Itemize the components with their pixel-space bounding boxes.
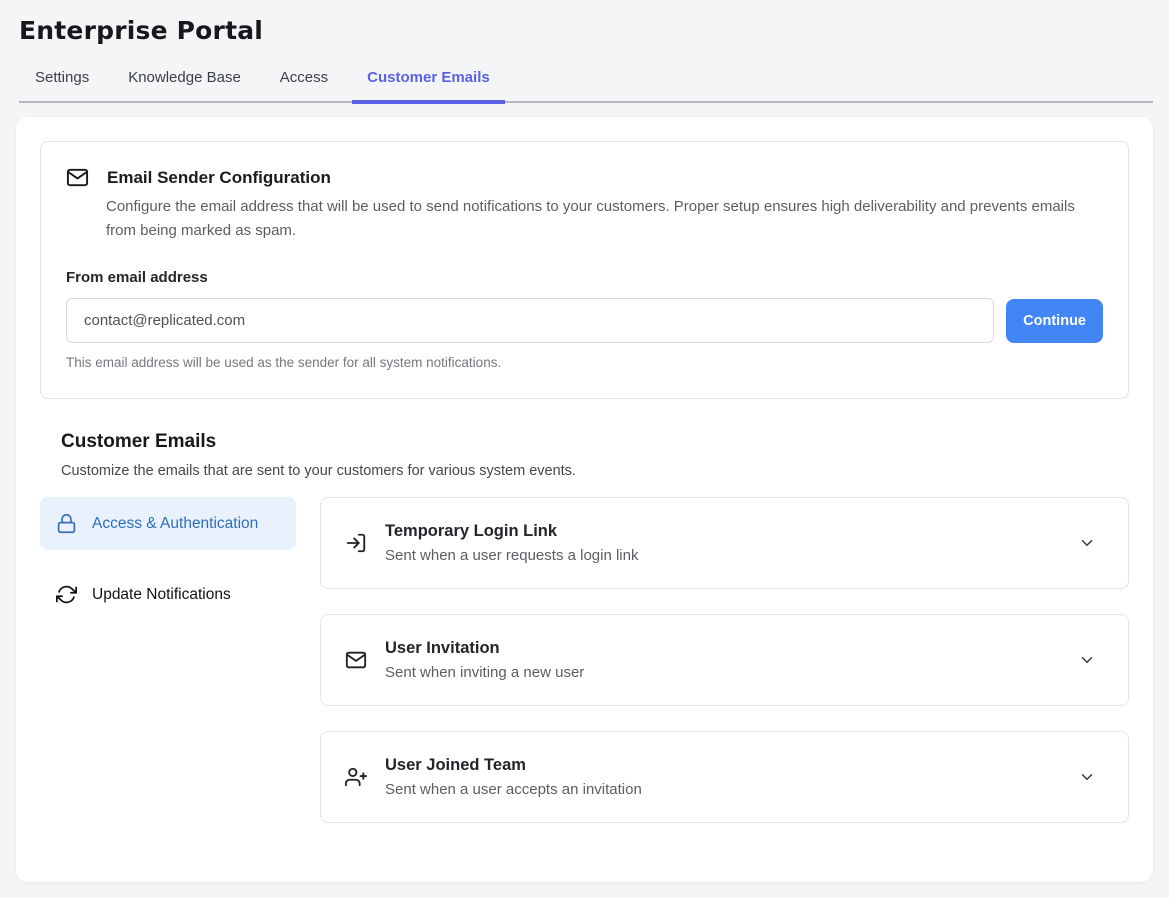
email-card-title: User Invitation xyxy=(385,639,1078,658)
from-email-label: From email address xyxy=(66,269,1103,286)
email-card-user-invitation[interactable]: User Invitation Sent when inviting a new… xyxy=(320,614,1129,706)
chevron-down-icon[interactable] xyxy=(1078,534,1096,552)
category-access-authentication[interactable]: Access & Authentication xyxy=(40,497,296,550)
mail-icon xyxy=(345,649,367,671)
email-card-title: Temporary Login Link xyxy=(385,522,1078,541)
page-title: Enterprise Portal xyxy=(19,16,1153,45)
refresh-icon xyxy=(56,584,77,605)
user-plus-icon xyxy=(345,766,367,788)
tab-bar: Settings Knowledge Base Access Customer … xyxy=(19,59,1153,103)
email-card-title: User Joined Team xyxy=(385,756,1078,775)
mail-icon xyxy=(66,166,89,189)
sender-config-title: Email Sender Configuration xyxy=(107,168,331,188)
category-label: Update Notifications xyxy=(92,583,231,606)
tab-customer-emails[interactable]: Customer Emails xyxy=(352,59,505,101)
email-category-sidebar: Access & Authentication Update Notificat… xyxy=(40,497,296,823)
email-template-list: Temporary Login Link Sent when a user re… xyxy=(320,497,1129,823)
tab-knowledge-base[interactable]: Knowledge Base xyxy=(113,59,256,101)
from-email-input[interactable] xyxy=(66,298,994,343)
tab-settings[interactable]: Settings xyxy=(20,59,104,101)
email-card-temporary-login-link[interactable]: Temporary Login Link Sent when a user re… xyxy=(320,497,1129,589)
category-label: Access & Authentication xyxy=(92,512,258,535)
customer-emails-title: Customer Emails xyxy=(61,431,1129,453)
chevron-down-icon[interactable] xyxy=(1078,768,1096,786)
main-content-panel: Email Sender Configuration Configure the… xyxy=(16,117,1153,882)
email-card-description: Sent when a user accepts an invitation xyxy=(385,781,1078,798)
customer-emails-section-header: Customer Emails Customize the emails tha… xyxy=(61,431,1129,479)
lock-icon xyxy=(56,513,77,534)
continue-button[interactable]: Continue xyxy=(1006,299,1103,343)
email-card-description: Sent when a user requests a login link xyxy=(385,547,1078,564)
sender-config-description: Configure the email address that will be… xyxy=(106,195,1091,243)
from-email-helper-text: This email address will be used as the s… xyxy=(66,355,1103,370)
customer-emails-subtitle: Customize the emails that are sent to yo… xyxy=(61,463,1129,479)
email-card-user-joined-team[interactable]: User Joined Team Sent when a user accept… xyxy=(320,731,1129,823)
email-card-description: Sent when inviting a new user xyxy=(385,664,1078,681)
login-icon xyxy=(345,532,367,554)
tab-access[interactable]: Access xyxy=(265,59,343,101)
category-update-notifications[interactable]: Update Notifications xyxy=(40,568,296,621)
email-sender-config-card: Email Sender Configuration Configure the… xyxy=(40,141,1129,399)
chevron-down-icon[interactable] xyxy=(1078,651,1096,669)
page-header: Enterprise Portal Settings Knowledge Bas… xyxy=(0,0,1169,103)
